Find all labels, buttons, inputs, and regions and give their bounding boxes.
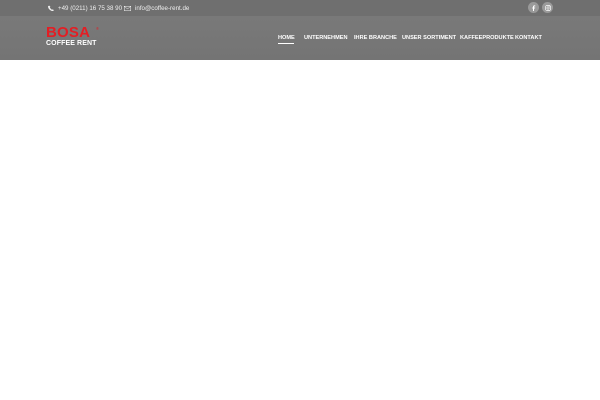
email-text: info@coffee-rent.de xyxy=(135,4,190,12)
nav-item-kaffeeprodukte[interactable]: KAFFEEPRODUKTE xyxy=(460,32,514,44)
phone-text: +49 (0211) 16 75 38 90 xyxy=(58,4,123,12)
facebook-button[interactable] xyxy=(528,2,539,13)
nav-item-kontakt[interactable]: KONTAKT xyxy=(515,32,542,44)
page: +49 (0211) 16 75 38 90 info@coffee-rent.… xyxy=(0,0,600,400)
facebook-icon xyxy=(532,4,536,11)
instagram-icon xyxy=(544,4,551,11)
nav-item-unternehmen[interactable]: UNTERNEHMEN xyxy=(304,32,348,44)
email-contact[interactable]: info@coffee-rent.de xyxy=(124,0,189,16)
logo-brand: BOSA xyxy=(46,24,91,41)
phone-icon xyxy=(48,5,54,11)
main-content xyxy=(0,60,600,400)
logo-subtitle: COFFEE RENT xyxy=(46,40,97,47)
instagram-button[interactable] xyxy=(542,2,553,13)
logo[interactable]: BOSA ® COFFEE RENT xyxy=(46,24,116,52)
phone-contact[interactable]: +49 (0211) 16 75 38 90 xyxy=(48,0,122,16)
logo-registered-mark: ® xyxy=(96,26,99,31)
nav-item-ihre-branche[interactable]: IHRE BRANCHE xyxy=(354,32,397,44)
nav-active-indicator xyxy=(278,43,294,44)
site-header: +49 (0211) 16 75 38 90 info@coffee-rent.… xyxy=(0,0,600,60)
mail-icon xyxy=(124,5,131,11)
nav-item-unser-sortiment[interactable]: UNSER SORTIMENT xyxy=(402,32,456,44)
